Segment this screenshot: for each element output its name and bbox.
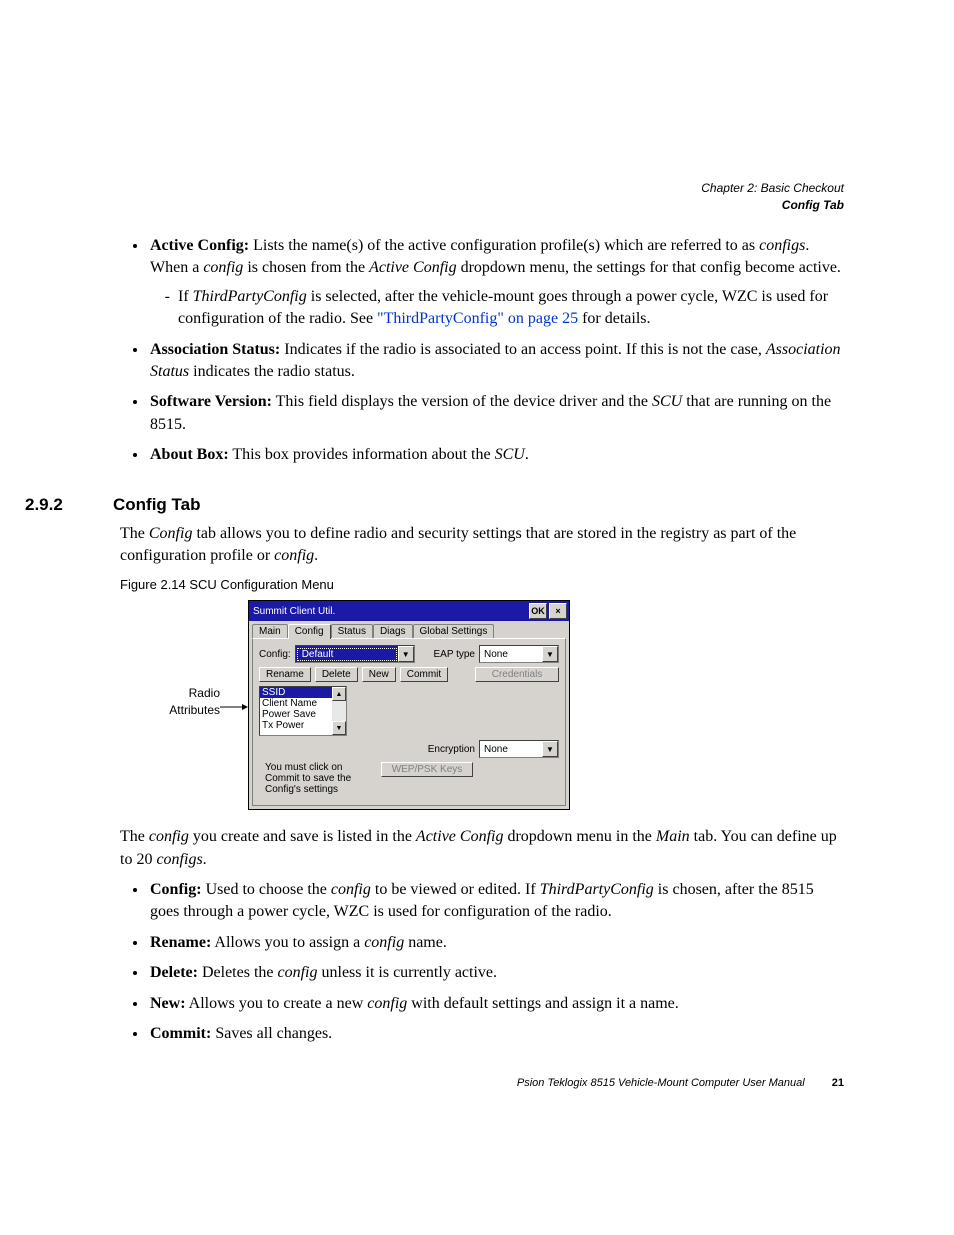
radio-attributes-listbox[interactable]: SSID Client Name Power Save Tx Power ▲ ▼ — [259, 686, 347, 736]
page-header: Chapter 2: Basic Checkout Config Tab — [701, 180, 844, 214]
bullet-label: Config: — [150, 881, 202, 898]
intro-paragraph: The Config tab allows you to define radi… — [120, 523, 844, 568]
section-number: 2.9.2 — [25, 495, 113, 515]
bullet-software-version: Software Version: This field displays th… — [148, 391, 844, 436]
delete-button[interactable]: Delete — [315, 667, 358, 682]
bullet-delete: Delete: Deletes the config unless it is … — [148, 962, 844, 984]
list-item[interactable]: SSID — [260, 687, 332, 698]
tab-config[interactable]: Config — [288, 624, 331, 639]
ok-button[interactable]: OK — [529, 603, 547, 619]
config-dropdown[interactable]: Default ▼ — [295, 645, 415, 663]
bullet-label: Rename: — [150, 934, 211, 951]
header-section: Config Tab — [701, 197, 844, 214]
rename-button[interactable]: Rename — [259, 667, 311, 682]
top-bullet-list: Active Config: Lists the name(s) of the … — [148, 235, 844, 467]
credentials-button[interactable]: Credentials — [475, 667, 559, 682]
figure: Radio Attributes Summit Client Util. OK … — [120, 600, 844, 810]
bullet-label: Active Config: — [150, 237, 249, 254]
scroll-up-icon[interactable]: ▲ — [332, 687, 346, 701]
tab-body: Config: Default ▼ EAP type None ▼ — [252, 638, 566, 806]
section-heading: 2.9.2 Config Tab — [120, 495, 844, 515]
tab-status[interactable]: Status — [331, 624, 373, 638]
page-footer: Psion Teklogix 8515 Vehicle-Mount Comput… — [517, 1077, 844, 1089]
encryption-dropdown[interactable]: None ▼ — [479, 740, 559, 758]
page-number: 21 — [832, 1077, 844, 1089]
paragraph-active-config: The config you create and save is listed… — [120, 826, 844, 871]
list-item[interactable]: Client Name — [260, 698, 332, 709]
close-button[interactable]: × — [549, 603, 567, 619]
bullet-label: Association Status: — [150, 341, 280, 358]
footer-title: Psion Teklogix 8515 Vehicle-Mount Comput… — [517, 1077, 805, 1089]
bullet-about-box: About Box: This box provides information… — [148, 444, 844, 466]
link-thirdpartyconfig[interactable]: "ThirdPartyConfig" on page 25 — [377, 310, 578, 327]
chevron-down-icon: ▼ — [542, 741, 558, 757]
figure-annotation: Radio Attributes — [120, 600, 220, 719]
header-chapter: Chapter 2: Basic Checkout — [701, 180, 844, 197]
tab-diags[interactable]: Diags — [373, 624, 413, 638]
tab-row: Main Config Status Diags Global Settings — [249, 621, 569, 638]
config-label: Config: — [259, 649, 291, 660]
list-item[interactable]: Tx Power — [260, 720, 332, 731]
figure-caption: Figure 2.14 SCU Configuration Menu — [120, 577, 844, 592]
eap-label: EAP type — [433, 649, 475, 660]
tab-main[interactable]: Main — [252, 624, 288, 638]
bullet-commit: Commit: Saves all changes. — [148, 1023, 844, 1045]
titlebar: Summit Client Util. OK × — [249, 601, 569, 621]
encryption-label: Encryption — [428, 744, 475, 755]
chevron-down-icon: ▼ — [542, 646, 558, 662]
scrollbar[interactable]: ▲ ▼ — [332, 687, 346, 735]
section-title: Config Tab — [113, 495, 201, 515]
sub-bullet-thirdparty: If ThirdPartyConfig is selected, after t… — [178, 286, 844, 331]
bottom-bullet-list: Config: Used to choose the config to be … — [148, 879, 844, 1045]
bullet-rename: Rename: Allows you to assign a config na… — [148, 932, 844, 954]
chevron-down-icon: ▼ — [398, 646, 414, 662]
bullet-label: New: — [150, 995, 186, 1012]
wep-psk-keys-button[interactable]: WEP/PSK Keys — [381, 762, 473, 777]
scroll-down-icon[interactable]: ▼ — [332, 721, 346, 735]
annotation-arrow — [220, 600, 248, 712]
new-button[interactable]: New — [362, 667, 396, 682]
commit-button[interactable]: Commit — [400, 667, 448, 682]
bullet-active-config: Active Config: Lists the name(s) of the … — [148, 235, 844, 331]
bullet-config: Config: Used to choose the config to be … — [148, 879, 844, 924]
bullet-label: Software Version: — [150, 393, 272, 410]
bullet-label: Commit: — [150, 1025, 211, 1042]
bullet-assoc-status: Association Status: Indicates if the rad… — [148, 339, 844, 384]
app-window: Summit Client Util. OK × Main Config Sta… — [248, 600, 570, 810]
commit-hint: You must click on Commit to save the Con… — [265, 762, 375, 795]
bullet-label: Delete: — [150, 964, 198, 981]
window-title: Summit Client Util. — [253, 606, 527, 617]
tab-global-settings[interactable]: Global Settings — [413, 624, 495, 638]
list-item[interactable]: Power Save — [260, 709, 332, 720]
eap-dropdown[interactable]: None ▼ — [479, 645, 559, 663]
bullet-label: About Box: — [150, 446, 229, 463]
bullet-new: New: Allows you to create a new config w… — [148, 993, 844, 1015]
